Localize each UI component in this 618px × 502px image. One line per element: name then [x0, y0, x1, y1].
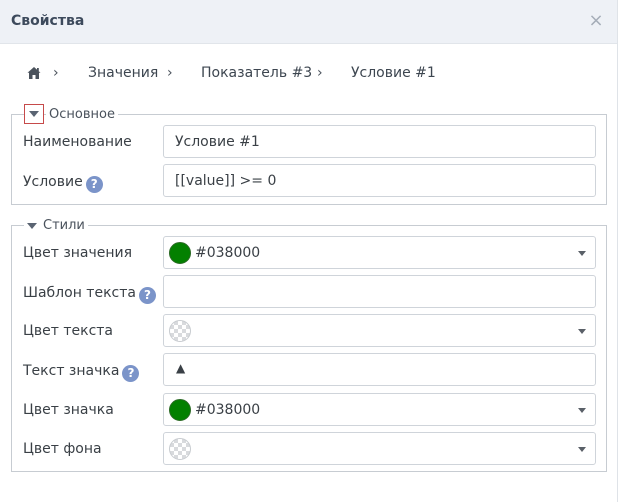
- condition-label: Условие?: [23, 174, 103, 193]
- breadcrumb-item-condition: Условие #1: [351, 65, 436, 81]
- bg-color-label: Цвет фона: [23, 441, 102, 457]
- breadcrumb-separator: ›: [53, 65, 59, 81]
- styles-group-legend-text: Стили: [43, 218, 85, 233]
- main-group-toggle[interactable]: [24, 104, 44, 124]
- condition-value: [[value]] >= 0: [175, 173, 277, 189]
- transparent-swatch-icon: [169, 320, 191, 342]
- properties-dialog: Свойства × › Значения › Показатель #3 › …: [0, 0, 618, 502]
- collapse-triangle-icon: [29, 111, 39, 117]
- breadcrumb-item-indicator[interactable]: Показатель #3: [201, 65, 312, 81]
- condition-input[interactable]: [[value]] >= 0: [163, 164, 596, 197]
- breadcrumb-separator: ›: [317, 65, 323, 81]
- main-group-legend: Основное: [46, 106, 118, 124]
- badge-color-text: #038000: [195, 402, 261, 418]
- value-color-text: #038000: [195, 245, 261, 261]
- styles-group-legend[interactable]: Стили: [24, 217, 88, 235]
- badge-text-input[interactable]: ▲: [163, 353, 596, 386]
- badge-color-select[interactable]: #038000: [163, 393, 596, 426]
- badge-text-label: Текст значка?: [23, 363, 140, 382]
- text-template-input[interactable]: [163, 275, 596, 308]
- condition-label-text: Условие: [23, 174, 83, 190]
- text-color-label: Цвет текста: [23, 323, 113, 339]
- badge-text-value: ▲: [176, 361, 186, 375]
- badge-text-label-text: Текст значка: [23, 363, 120, 379]
- name-value: Условие #1: [175, 134, 260, 150]
- chevron-down-icon: [578, 447, 586, 452]
- collapse-triangle-icon: [27, 222, 37, 229]
- color-swatch: [169, 242, 191, 264]
- chevron-down-icon: [578, 251, 586, 256]
- color-swatch: [169, 399, 191, 421]
- breadcrumb-item-values[interactable]: Значения: [88, 65, 158, 81]
- chevron-down-icon: [578, 329, 586, 334]
- help-icon[interactable]: ?: [138, 287, 156, 304]
- value-color-label: Цвет значения: [23, 245, 133, 261]
- home-icon[interactable]: [27, 66, 41, 80]
- help-icon[interactable]: ?: [122, 365, 140, 382]
- breadcrumb-separator: ›: [167, 65, 173, 81]
- bg-color-select[interactable]: [163, 432, 596, 465]
- name-input[interactable]: Условие #1: [163, 125, 596, 158]
- text-color-select[interactable]: [163, 314, 596, 347]
- close-icon[interactable]: ×: [587, 11, 605, 31]
- text-template-label: Шаблон текста?: [23, 285, 156, 304]
- dialog-title: Свойства: [11, 13, 85, 29]
- dialog-titlebar: Свойства ×: [0, 0, 617, 44]
- chevron-down-icon: [578, 408, 586, 413]
- help-icon[interactable]: ?: [85, 176, 103, 193]
- transparent-swatch-icon: [169, 438, 191, 460]
- name-label: Наименование: [23, 134, 132, 150]
- value-color-select[interactable]: #038000: [163, 236, 596, 269]
- badge-color-label: Цвет значка: [23, 402, 114, 418]
- text-template-label-text: Шаблон текста: [23, 285, 136, 301]
